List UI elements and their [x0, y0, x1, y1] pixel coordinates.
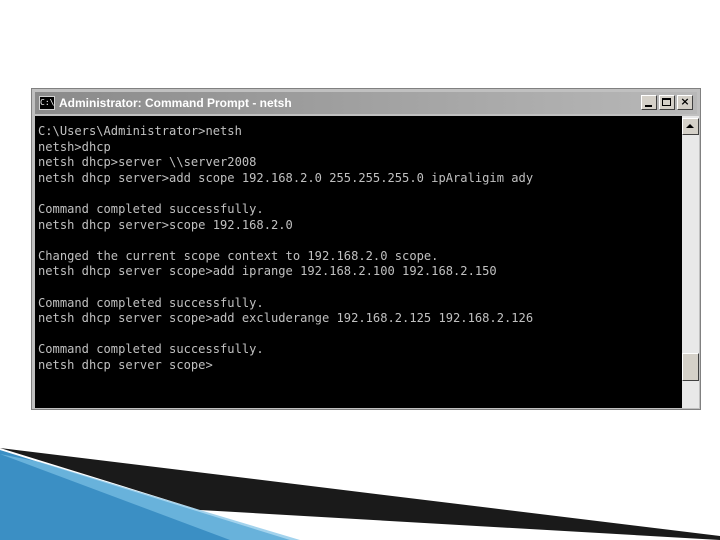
console-output[interactable]: C:\Users\Administrator>netsh netsh>dhcp ne… [35, 116, 682, 408]
console-line: Command completed successfully. [38, 201, 264, 216]
scroll-up-button[interactable] [682, 118, 699, 135]
vertical-scrollbar[interactable] [682, 116, 699, 408]
window-title: Administrator: Command Prompt - netsh [59, 96, 292, 110]
close-icon: × [680, 95, 690, 108]
console-line: Changed the current scope context to 192… [38, 248, 439, 263]
minimize-button[interactable] [641, 95, 657, 110]
console-text[interactable]: C:\Users\Administrator>netsh netsh>dhcp ne… [35, 116, 682, 374]
scroll-thumb[interactable] [682, 353, 699, 381]
console-line: netsh dhcp server scope>add iprange 192.… [38, 264, 497, 279]
command-prompt-window[interactable]: C:\ Administrator: Command Prompt - nets… [31, 88, 701, 410]
console-line: Command completed successfully. [38, 295, 264, 310]
console-line: netsh dhcp server>add scope 192.168.2.0 … [38, 170, 534, 185]
maximize-button[interactable] [659, 95, 675, 110]
console-line: C:\Users\Administrator>netsh [38, 124, 242, 138]
slide-background: C:\ Administrator: Command Prompt - nets… [0, 0, 720, 540]
cmd-icon: C:\ [39, 96, 55, 110]
console-line: netsh dhcp>server \\server2008 [38, 155, 257, 170]
console-line: netsh dhcp server>scope 192.168.2.0 [38, 217, 293, 232]
console-line: Command completed successfully. [38, 342, 264, 357]
maximize-icon [662, 98, 671, 106]
title-bar[interactable]: C:\ Administrator: Command Prompt - nets… [35, 92, 697, 114]
minimize-icon [645, 105, 652, 107]
console-line: netsh>dhcp [38, 139, 111, 154]
console-line: netsh dhcp server scope>add excluderange… [38, 311, 534, 326]
slide-decoration [0, 448, 720, 540]
close-button[interactable]: × [677, 95, 693, 110]
console-line: netsh dhcp server scope> [38, 357, 213, 372]
arrow-up-icon [686, 124, 694, 128]
